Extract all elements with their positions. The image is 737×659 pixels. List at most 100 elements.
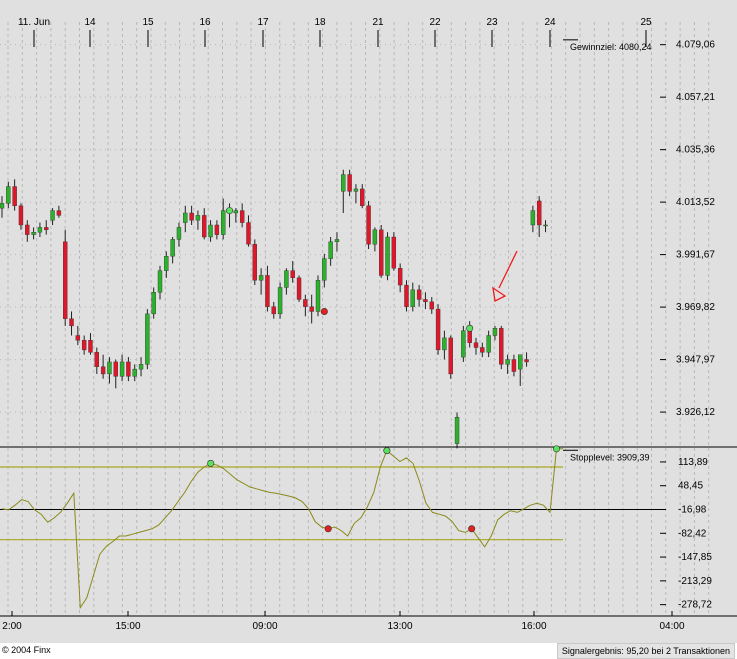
price-tick-label: 4.035,36 — [676, 145, 715, 156]
date-tick-label: 16 — [199, 17, 211, 28]
bullish-candle — [132, 368, 137, 377]
bearish-candle — [404, 284, 409, 307]
bullish-candle — [277, 287, 283, 315]
oscillator-sell-marker — [468, 525, 476, 533]
bearish-candle — [69, 318, 74, 327]
bearish-candle — [100, 366, 106, 375]
bullish-candle — [183, 212, 188, 223]
price-tick-label: 3.926,12 — [676, 407, 715, 418]
bearish-candle — [113, 361, 118, 377]
price-tick-label: 3.947,97 — [676, 355, 715, 366]
time-tick-label: 2:00 — [2, 621, 22, 632]
bearish-candle — [75, 335, 81, 341]
bearish-candle — [347, 174, 352, 192]
bearish-candle — [214, 224, 220, 235]
bearish-candle — [94, 352, 100, 367]
time-tick-label: 04:00 — [659, 621, 684, 632]
annotation-label: Stopplevel: 3909,39 — [570, 452, 650, 462]
bullish-candle — [461, 330, 466, 358]
bearish-candle — [360, 188, 365, 206]
bullish-candle — [543, 224, 548, 227]
time-tick-label: 13:00 — [387, 621, 412, 632]
bullish-candle — [315, 280, 321, 312]
bullish-candle — [385, 236, 390, 276]
oscillator-tick-label: -16,98 — [678, 505, 707, 516]
bearish-candle — [524, 359, 529, 363]
bearish-candle — [435, 308, 441, 351]
bearish-candle — [379, 229, 384, 276]
bearish-candle — [366, 205, 371, 245]
price-tick-label: 3.969,82 — [676, 302, 715, 313]
bullish-candle — [107, 361, 112, 375]
date-tick-label: 24 — [544, 17, 556, 28]
date-tick-label: 21 — [372, 17, 384, 28]
bearish-candle — [467, 330, 472, 343]
price-tick-label: 3.991,67 — [676, 250, 715, 261]
bearish-candle — [271, 306, 276, 315]
bearish-candle — [391, 236, 397, 269]
bullish-candle — [341, 174, 346, 192]
price-tick-label: 4.057,21 — [676, 92, 715, 103]
annotation-label: Gewinnziel: 4080,24 — [570, 42, 652, 52]
bullish-candle — [151, 292, 156, 315]
bearish-candle — [397, 268, 403, 286]
bearish-candle — [202, 215, 207, 238]
bullish-candle — [170, 239, 175, 257]
bullish-candle — [164, 256, 169, 271]
bullish-candle — [372, 229, 378, 245]
bearish-candle — [423, 299, 428, 303]
bearish-candle — [290, 270, 295, 279]
bullish-candle — [328, 241, 333, 259]
time-tick-label: 15:00 — [115, 621, 140, 632]
bearish-candle — [537, 200, 542, 226]
bullish-candle — [157, 270, 163, 293]
bearish-candle — [416, 289, 422, 300]
buy-signal-marker — [226, 207, 234, 215]
bearish-candle — [296, 277, 302, 300]
bullish-candle — [233, 210, 239, 214]
bullish-candle — [334, 239, 340, 243]
date-tick-label: 15 — [142, 17, 154, 28]
bullish-candle — [0, 203, 5, 209]
oscillator-tick-label: -147,85 — [678, 552, 712, 563]
bullish-candle — [410, 289, 415, 307]
oscillator-tick-label: -213,29 — [678, 576, 712, 587]
date-tick-label: 25 — [640, 17, 652, 28]
bullish-candle — [492, 328, 498, 336]
bullish-candle — [530, 210, 536, 226]
bullish-candle — [195, 215, 201, 221]
price-chart[interactable]: 11. Jun 14 15 16 17 18 21 22 23 24 25 4.079,06 4.057… — [0, 0, 737, 643]
bearish-candle — [239, 210, 245, 223]
oscillator-tick-label: -278,72 — [678, 600, 712, 611]
bearish-candle — [480, 347, 485, 353]
bullish-candle — [454, 416, 460, 444]
bullish-candle — [119, 361, 125, 377]
bearish-candle — [44, 227, 49, 230]
bearish-candle — [511, 359, 517, 372]
bearish-candle — [81, 340, 87, 351]
date-tick-label: 18 — [314, 17, 326, 28]
bullish-candle — [220, 210, 226, 235]
bullish-candle — [145, 313, 150, 365]
bullish-candle — [6, 186, 11, 204]
bearish-candle — [448, 337, 453, 375]
bearish-candle — [189, 212, 194, 221]
bullish-candle — [284, 270, 289, 288]
price-tick-label: 4.079,06 — [676, 40, 715, 51]
bullish-candle — [176, 227, 182, 240]
bullish-candle — [258, 275, 264, 281]
bullish-candle — [442, 337, 447, 351]
bullish-candle — [353, 188, 359, 192]
bearish-candle — [18, 205, 24, 226]
date-tick-label: 22 — [429, 17, 441, 28]
oscillator-tick-label: 48,45 — [678, 481, 703, 492]
bullish-candle — [37, 227, 43, 233]
oscillator-buy-marker — [207, 459, 215, 467]
bullish-candle — [50, 210, 55, 221]
bearish-candle — [246, 222, 251, 245]
bearish-candle — [126, 361, 131, 377]
oscillator-sell-marker — [324, 525, 332, 533]
bearish-candle — [499, 328, 504, 365]
buy-signal-marker — [466, 324, 474, 332]
bullish-candle — [31, 231, 36, 235]
